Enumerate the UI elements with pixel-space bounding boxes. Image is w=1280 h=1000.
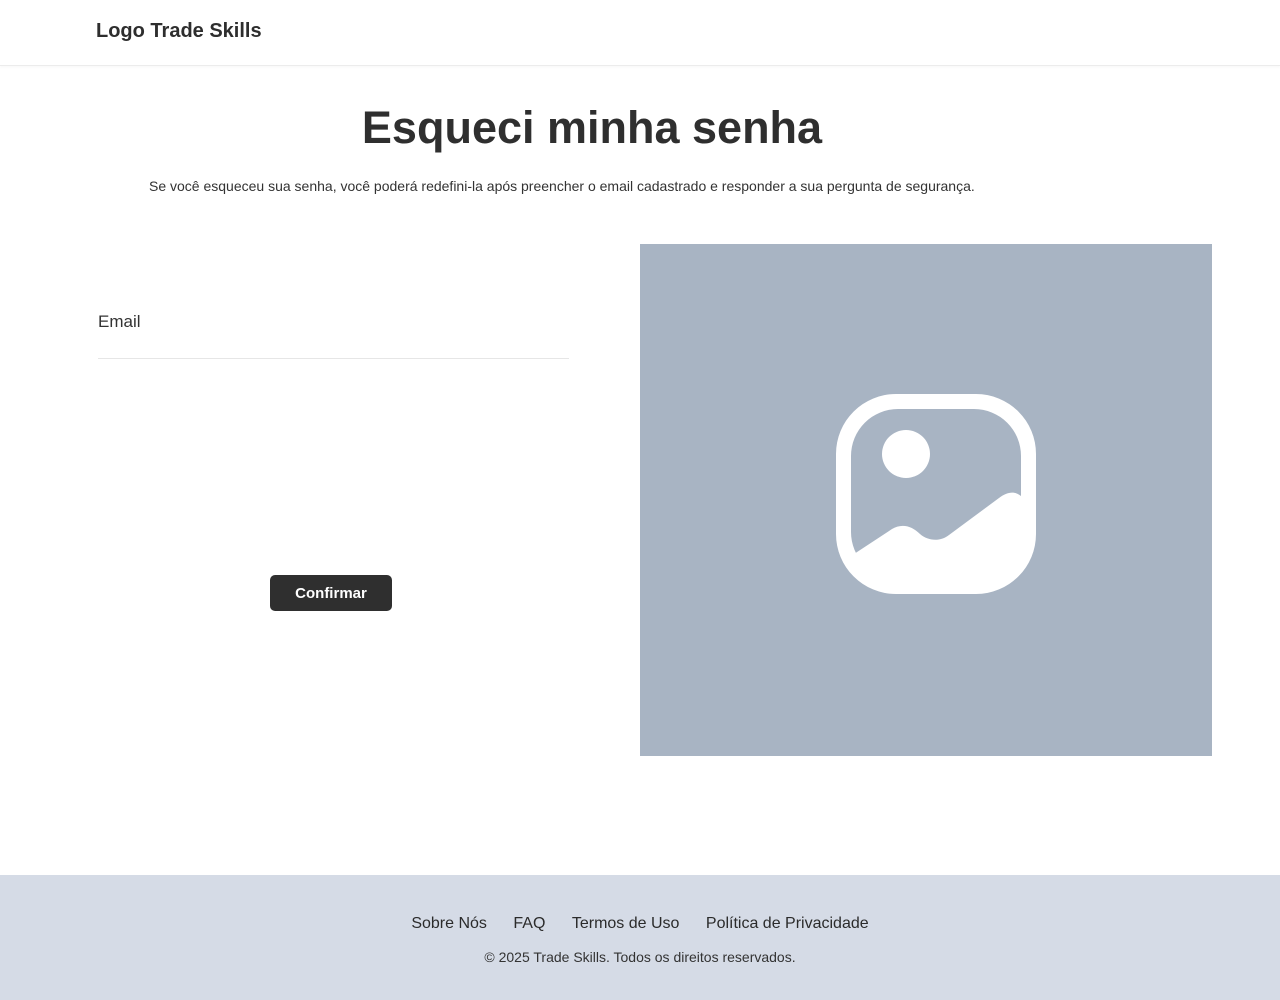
header: Logo Trade Skills (0, 0, 1280, 66)
page-title: Esqueci minha senha (361, 102, 823, 153)
page: Logo Trade Skills Esqueci minha senha Se… (0, 0, 1280, 1000)
email-label: Email (98, 312, 141, 331)
footer: Sobre Nós FAQ Termos de Uso Política de … (0, 875, 1280, 1000)
image-placeholder (640, 244, 1212, 756)
copyright: © 2025 Trade Skills. Todos os direitos r… (484, 949, 796, 965)
email-field[interactable] (98, 338, 569, 359)
footer-links: Sobre Nós FAQ Termos de Uso Política de … (0, 915, 1280, 933)
footer-link-termos-de-uso[interactable]: Termos de Uso (572, 915, 680, 932)
page-description: Se você esqueceu sua senha, você poderá … (149, 178, 975, 194)
confirm-button[interactable]: Confirmar (270, 575, 392, 611)
image-placeholder-icon (836, 394, 1036, 594)
footer-link-politica-de-privacidade[interactable]: Política de Privacidade (706, 915, 869, 932)
footer-link-sobre-nos[interactable]: Sobre Nós (411, 915, 487, 932)
logo[interactable]: Logo Trade Skills (96, 20, 262, 43)
footer-link-faq[interactable]: FAQ (513, 915, 545, 932)
